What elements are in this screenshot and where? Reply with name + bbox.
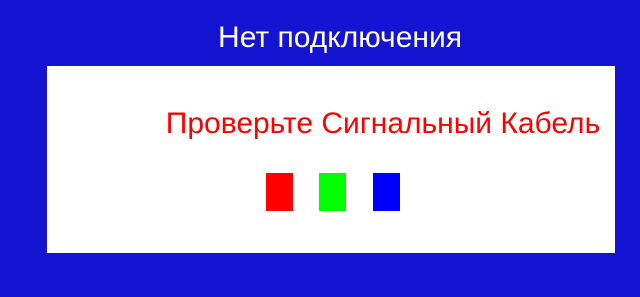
osd-message-panel: Проверьте Сигнальный Кабель xyxy=(47,66,615,253)
osd-title: Нет подключения xyxy=(218,21,462,54)
red-color-block xyxy=(266,173,293,211)
green-color-block xyxy=(319,173,346,211)
check-cable-message: Проверьте Сигнальный Кабель xyxy=(165,107,601,140)
blue-color-block xyxy=(373,173,400,211)
no-signal-osd: Нет подключения Проверьте Сигнальный Каб… xyxy=(0,0,640,297)
